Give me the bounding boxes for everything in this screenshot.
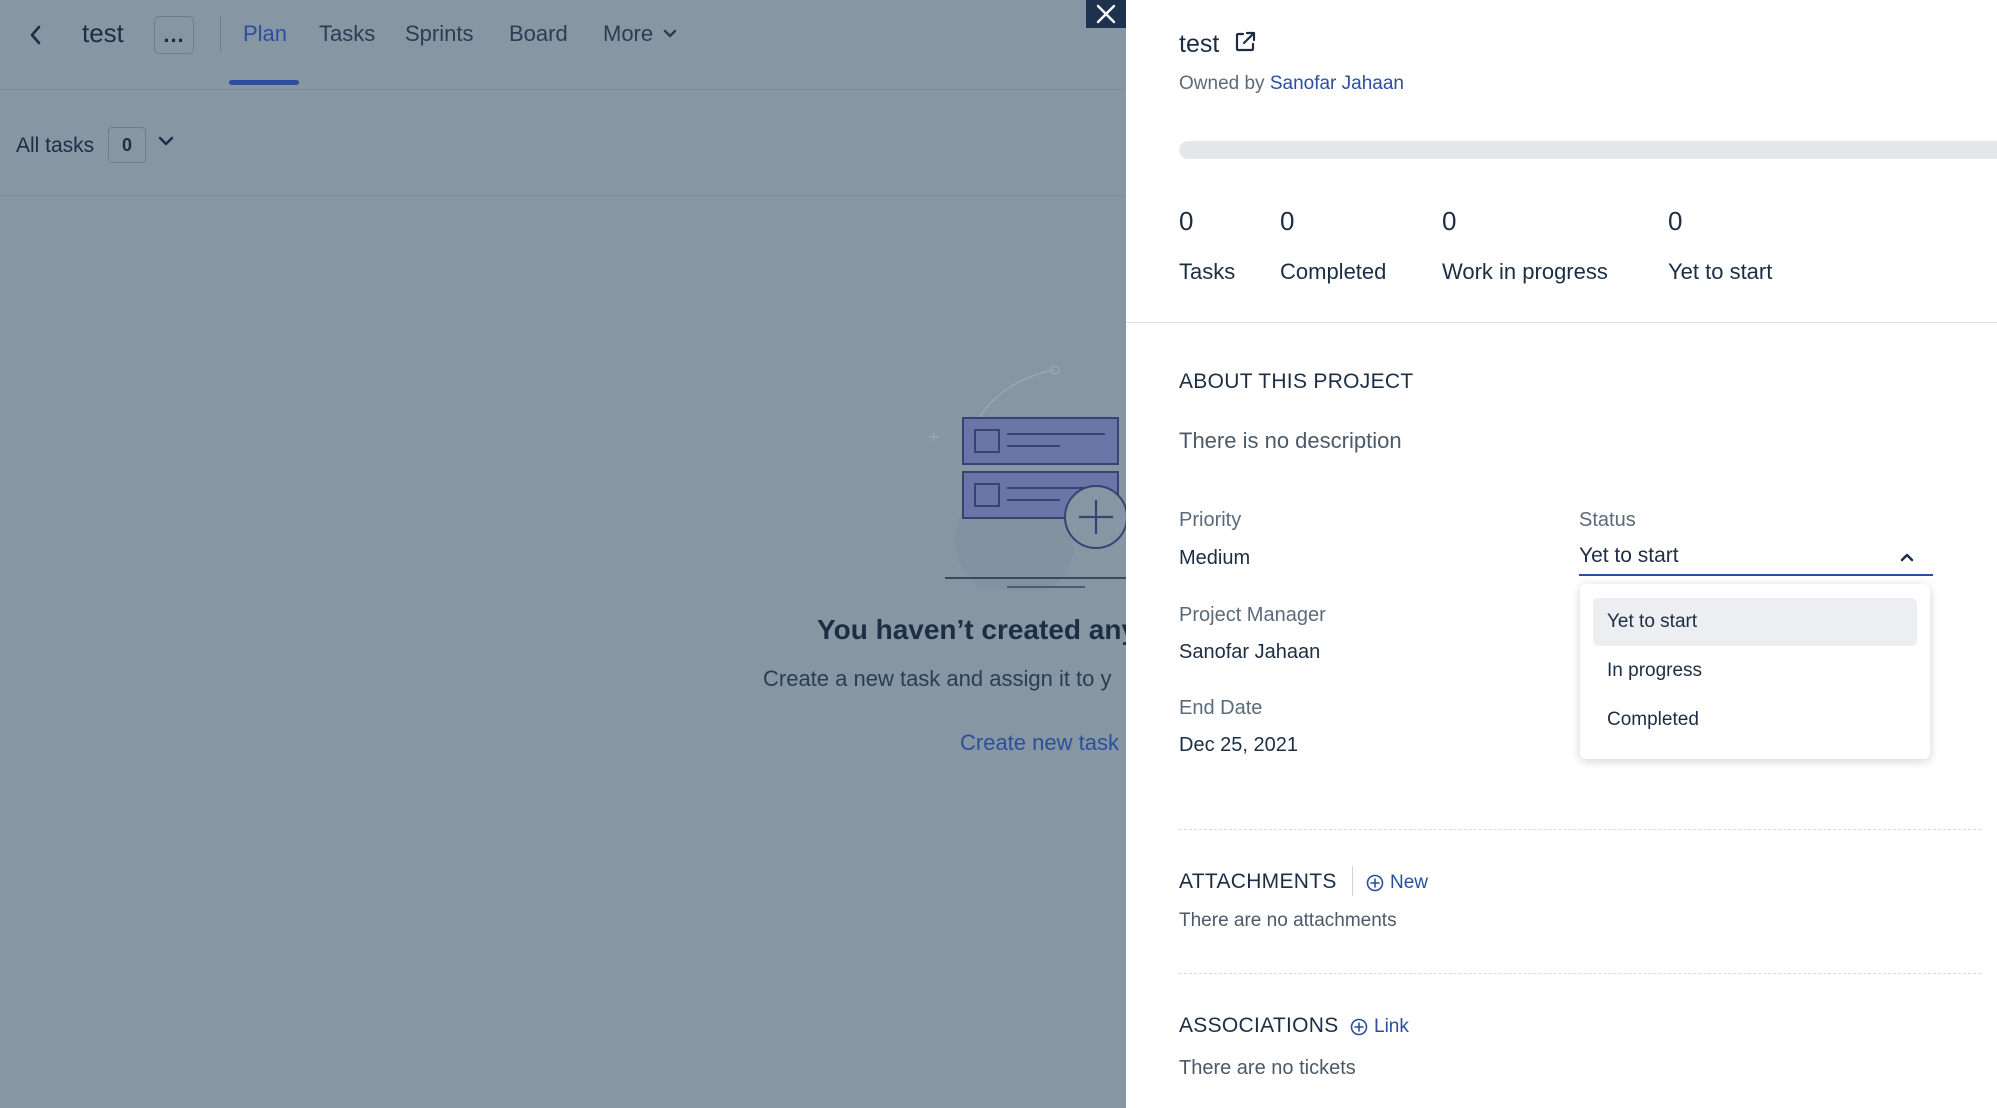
panel-title: test — [1179, 30, 1220, 58]
owned-by-line: Owned by Sanofar Jahaan — [1179, 73, 1404, 95]
stat-work-in-progress: 0 Work in progress — [1442, 206, 1608, 285]
status-select-toggle[interactable] — [1899, 550, 1915, 568]
status-select[interactable]: Yet to start — [1579, 538, 1933, 576]
associations-heading: ASSOCIATIONS — [1179, 1014, 1339, 1037]
status-dropdown-menu: Yet to start In progress Completed — [1580, 584, 1930, 759]
plus-circle-icon — [1350, 1018, 1368, 1036]
heading-divider — [1352, 866, 1353, 896]
chevron-down-icon — [663, 29, 677, 38]
add-attachment-button[interactable]: New — [1366, 872, 1428, 894]
link-association-button[interactable]: Link — [1350, 1016, 1409, 1038]
attachments-empty-text: There are no attachments — [1179, 910, 1397, 931]
tab-tasks[interactable]: Tasks — [319, 21, 375, 47]
all-tasks-filter[interactable]: All tasks — [16, 134, 94, 158]
attachments-heading: ATTACHMENTS — [1179, 870, 1337, 893]
active-tab-indicator — [229, 80, 299, 85]
tab-more-label: More — [603, 21, 654, 46]
stat-tasks: 0 Tasks — [1179, 206, 1235, 285]
svg-text:+: + — [927, 427, 940, 446]
project-manager-label: Project Manager — [1179, 604, 1326, 626]
chevron-down-icon — [158, 136, 174, 146]
tab-more[interactable]: More — [603, 21, 677, 47]
external-link-icon — [1236, 31, 1256, 52]
back-arrow-icon — [30, 25, 41, 45]
stat-label: Tasks — [1179, 259, 1236, 284]
add-attachment-label: New — [1390, 872, 1429, 893]
empty-state-title: You haven’t created any — [817, 614, 1126, 645]
stat-yet-to-start: 0 Yet to start — [1668, 206, 1772, 285]
priority-value[interactable]: Medium — [1179, 547, 1250, 570]
close-icon — [1096, 4, 1116, 24]
tab-plan[interactable]: Plan — [243, 21, 287, 47]
end-date-label: End Date — [1179, 697, 1263, 719]
associations-empty-text: There are no tickets — [1179, 1057, 1356, 1079]
project-manager-value[interactable]: Sanofar Jahaan — [1179, 641, 1320, 664]
tab-board[interactable]: Board — [509, 21, 568, 47]
status-option-completed[interactable]: Completed — [1593, 696, 1917, 744]
about-heading: ABOUT THIS PROJECT — [1179, 370, 1414, 393]
plus-circle-icon — [1366, 874, 1384, 892]
status-selected-value: Yet to start — [1579, 544, 1679, 567]
end-date-value[interactable]: Dec 25, 2021 — [1179, 734, 1298, 757]
section-divider — [1179, 829, 1981, 830]
project-progress-bar — [1179, 141, 1997, 159]
back-button[interactable] — [20, 20, 50, 50]
project-title: test — [82, 18, 124, 48]
link-association-label: Link — [1374, 1016, 1409, 1037]
filter-bar: All tasks 0 — [0, 90, 1126, 196]
section-divider — [1179, 973, 1981, 974]
project-description: There is no description — [1179, 428, 1402, 453]
stat-value: 0 — [1280, 206, 1295, 236]
top-nav-bar: test ... Plan Tasks Sprints Board More — [0, 0, 1126, 90]
stat-label: Completed — [1280, 259, 1387, 284]
owner-link[interactable]: Sanofar Jahaan — [1270, 73, 1404, 94]
tab-sprints[interactable]: Sprints — [405, 21, 473, 47]
filter-dropdown-toggle[interactable] — [158, 134, 174, 152]
stat-label: Work in progress — [1442, 259, 1608, 284]
section-divider — [1126, 322, 1997, 323]
close-panel-button[interactable] — [1086, 0, 1126, 28]
project-details-panel: test Owned by Sanofar Jahaan 0 Tasks 0 C… — [1126, 0, 1997, 1108]
priority-label: Priority — [1179, 509, 1242, 531]
background-app: test ... Plan Tasks Sprints Board More A… — [0, 0, 1126, 1108]
empty-state-illustration: + — [925, 360, 1126, 590]
nav-divider — [220, 16, 221, 52]
chevron-up-icon — [1900, 553, 1914, 562]
status-option-yet-to-start[interactable]: Yet to start — [1593, 598, 1917, 646]
task-count-badge: 0 — [108, 127, 146, 163]
open-external-button[interactable] — [1233, 30, 1257, 59]
create-new-task-link[interactable]: Create new task — [960, 730, 1119, 756]
stat-value: 0 — [1442, 206, 1457, 236]
stat-label: Yet to start — [1668, 259, 1773, 284]
owned-by-prefix: Owned by — [1179, 73, 1265, 94]
status-option-in-progress[interactable]: In progress — [1593, 647, 1917, 695]
stat-value: 0 — [1668, 206, 1683, 236]
panel-title-row: test — [1179, 30, 1257, 59]
more-options-button[interactable]: ... — [154, 16, 194, 54]
stat-completed: 0 Completed — [1280, 206, 1386, 285]
status-label: Status — [1579, 509, 1636, 531]
stat-value: 0 — [1179, 206, 1194, 236]
empty-state-subtitle: Create a new task and assign it to y — [763, 666, 1112, 691]
